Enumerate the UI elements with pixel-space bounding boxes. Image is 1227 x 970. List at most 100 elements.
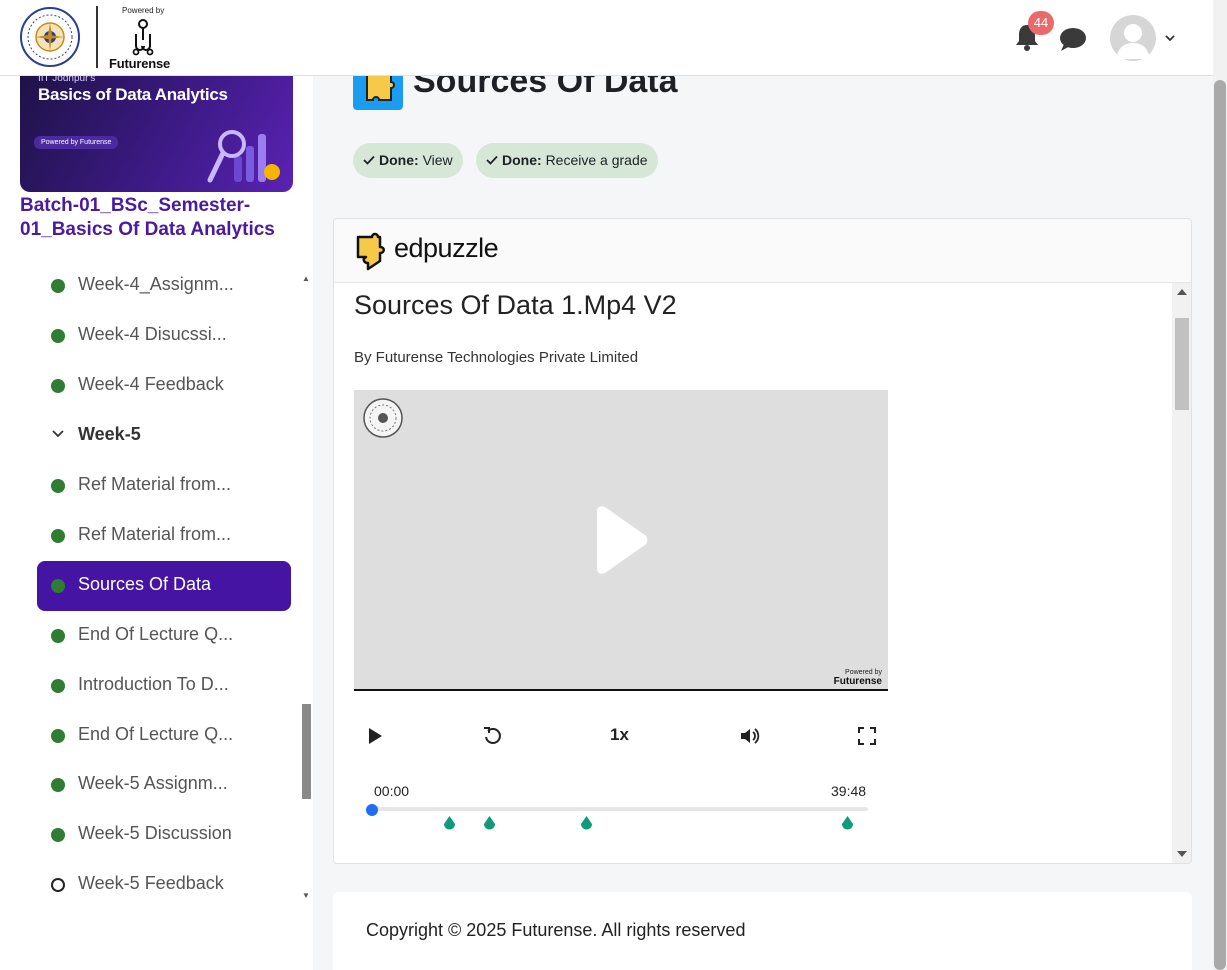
sidebar-item-label: Week-5 Discussion — [78, 823, 232, 843]
page-scrollbar-thumb[interactable] — [1214, 80, 1226, 970]
edpuzzle-logo-icon — [356, 232, 385, 271]
sidebar-item-week5-feedback[interactable]: Week-5 Feedback — [37, 860, 291, 901]
sidebar-item-label: Week-4 Disucssi... — [78, 324, 227, 344]
sidebar-item-week5-assignment[interactable]: Week-5 Assignm... — [37, 760, 291, 810]
course-name-link[interactable]: Batch-01_BSc_Semester-01_Basics Of Data … — [20, 194, 300, 242]
sidebar-item-end-of-lecture-quiz-1[interactable]: End Of Lecture Q... — [37, 611, 291, 661]
progress-track[interactable] — [372, 807, 868, 811]
page-footer: Copyright © 2025 Futurense. All rights r… — [333, 892, 1192, 970]
video-author: By Futurense Technologies Private Limite… — [354, 349, 639, 366]
video-player[interactable]: Powered by Futurense — [354, 390, 888, 691]
volume-icon[interactable] — [738, 725, 760, 747]
section-label: Week-5 — [78, 424, 141, 444]
question-marker-icon[interactable] — [580, 816, 593, 831]
sidebar-item-label: End Of Lecture Q... — [78, 724, 234, 744]
status-text: View — [422, 152, 453, 168]
sidebar-scroll-up-arrow[interactable]: ▲ — [302, 274, 310, 283]
notification-count-badge: 44 — [1028, 11, 1054, 35]
question-marker-icon[interactable] — [443, 816, 456, 831]
status-text: Receive a grade — [545, 152, 648, 168]
completion-done-icon — [51, 778, 65, 792]
completion-done-icon — [51, 828, 65, 842]
total-time: 39:48 — [831, 783, 867, 799]
rewind-icon[interactable] — [482, 725, 504, 747]
course-index-list: Week-4_Assignm... Week-4 Disucssi... Wee… — [0, 261, 300, 901]
course-banner-image[interactable]: IIT Jodhpur's Basics of Data Analytics P… — [20, 76, 293, 192]
user-silhouette-icon — [1116, 24, 1150, 59]
sidebar-item-label: Introduction To D... — [78, 674, 229, 694]
completion-done-icon — [51, 529, 65, 543]
scroll-down-arrow-icon[interactable] — [1177, 851, 1187, 857]
sidebar-item-week4-feedback[interactable]: Week-4 Feedback — [37, 361, 291, 411]
completion-status-grade: Done: Receive a grade — [476, 143, 658, 178]
page-scrollbar[interactable] — [1213, 0, 1227, 970]
edpuzzle-header: edpuzzle — [334, 219, 1191, 283]
logo-divider — [96, 6, 98, 68]
sidebar-item-week5-discussion[interactable]: Week-5 Discussion — [37, 810, 291, 860]
sidebar-scroll-down-arrow[interactable]: ▼ — [302, 891, 310, 900]
sidebar-section-week5[interactable]: Week-5 — [37, 411, 291, 461]
futurense-brand: Futurense — [109, 56, 171, 71]
analytics-illustration — [207, 130, 280, 183]
status-done-label: Done: — [502, 152, 542, 168]
playback-speed-button[interactable]: 1x — [610, 725, 629, 745]
sidebar-item-label: Sources Of Data — [78, 574, 212, 594]
embed-scrollbar-thumb[interactable] — [1175, 318, 1189, 410]
fullscreen-icon[interactable] — [856, 725, 878, 747]
completion-todo-icon — [51, 878, 65, 892]
course-index-sidebar: IIT Jodhpur's Basics of Data Analytics P… — [0, 76, 313, 970]
powered-by-label: Powered by — [122, 6, 165, 15]
top-navbar: Powered by Futurense 44 — [0, 0, 1213, 76]
iit-jodhpur-logo[interactable] — [19, 4, 81, 70]
sidebar-item-ref-material-2[interactable]: Ref Material from... — [37, 511, 291, 561]
completion-done-icon — [51, 279, 65, 293]
completion-done-icon — [51, 579, 65, 593]
completion-status-view: Done: View — [353, 143, 463, 178]
sidebar-item-label: End Of Lecture Q... — [78, 624, 234, 644]
check-icon — [486, 155, 498, 165]
sidebar-item-week4-assignment[interactable]: Week-4_Assignm... — [37, 261, 291, 311]
sidebar-item-ref-material-1[interactable]: Ref Material from... — [37, 461, 291, 511]
copyright-text: Copyright © 2025 Futurense. All rights r… — [366, 920, 746, 940]
messages-icon[interactable] — [1058, 26, 1088, 52]
edpuzzle-embed-card: edpuzzle Sources Of Data 1.Mp4 V2 By Fut… — [333, 218, 1192, 864]
chevron-down-icon[interactable] — [51, 427, 65, 441]
embed-scrollbar[interactable] — [1172, 283, 1191, 863]
sidebar-scrollbar-thumb[interactable] — [302, 704, 311, 799]
sidebar-item-introduction[interactable]: Introduction To D... — [37, 661, 291, 711]
player-brand: Futurense — [833, 676, 882, 687]
completion-done-icon — [51, 629, 65, 643]
completion-done-icon — [51, 379, 65, 393]
banner-subtitle: IIT Jodhpur's — [38, 76, 96, 84]
question-marker-icon[interactable] — [483, 816, 496, 831]
completion-done-icon — [51, 679, 65, 693]
iit-jodhpur-watermark-icon — [363, 398, 403, 438]
completion-done-icon — [51, 729, 65, 743]
play-overlay-icon[interactable] — [589, 505, 649, 575]
play-icon[interactable] — [364, 725, 386, 747]
sidebar-item-end-of-lecture-quiz-2[interactable]: End Of Lecture Q... — [37, 711, 291, 761]
sidebar-item-label: Week-5 Feedback — [78, 873, 224, 893]
edpuzzle-wordmark: edpuzzle — [394, 233, 499, 263]
sidebar-item-sources-of-data[interactable]: Sources Of Data — [37, 561, 291, 611]
sidebar-item-label: Week-4 Feedback — [78, 374, 224, 394]
completion-done-icon — [51, 479, 65, 493]
sidebar-item-week4-discussion[interactable]: Week-4 Disucssi... — [37, 311, 291, 361]
futurense-logo-icon — [132, 19, 154, 56]
question-marker-icon[interactable] — [841, 816, 854, 831]
check-icon — [363, 155, 375, 165]
user-avatar[interactable] — [1110, 15, 1156, 61]
sidebar-item-label: Week-5 Assignm... — [78, 773, 228, 793]
progress-knob[interactable] — [366, 804, 378, 816]
banner-title: Basics of Data Analytics — [38, 85, 228, 104]
chevron-down-icon[interactable] — [1163, 31, 1177, 45]
player-powered-by: Powered by — [845, 669, 882, 676]
sidebar-item-label: Ref Material from... — [78, 524, 232, 544]
banner-powered-pill: Powered by Futurense — [34, 136, 119, 149]
completion-done-icon — [51, 329, 65, 343]
scroll-up-arrow-icon[interactable] — [1177, 289, 1187, 295]
sidebar-item-label: Week-4_Assignm... — [78, 274, 234, 294]
current-time: 00:00 — [374, 783, 410, 799]
status-done-label: Done: — [379, 152, 419, 168]
video-title: Sources Of Data 1.Mp4 V2 — [354, 290, 677, 320]
